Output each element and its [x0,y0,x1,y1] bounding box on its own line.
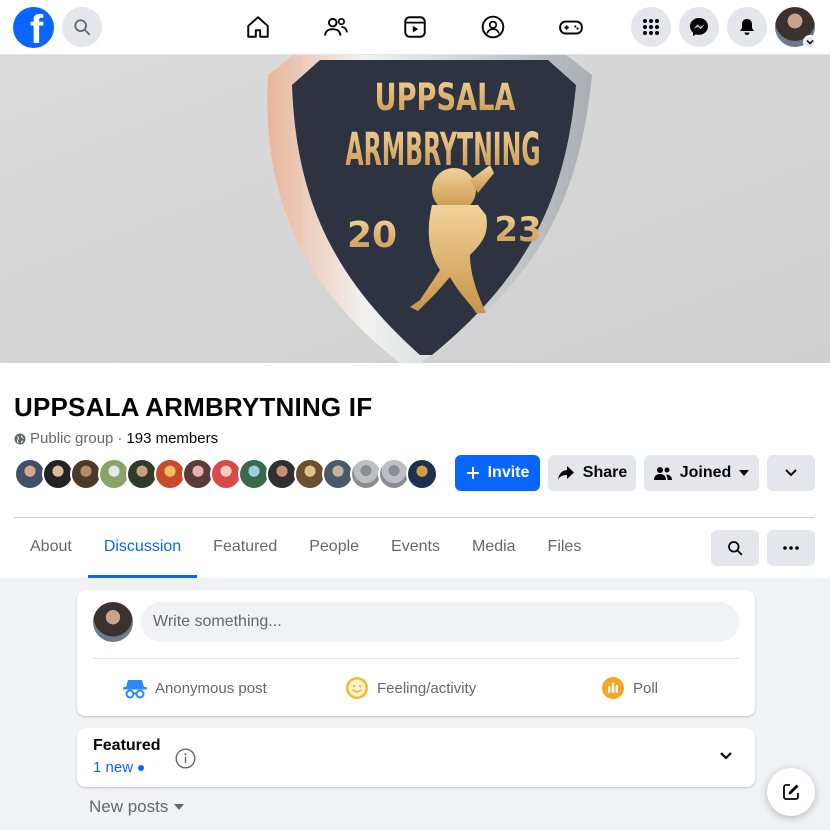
caret-down-icon [174,804,185,810]
gaming-icon [559,20,583,35]
chevron-down-icon [803,35,817,49]
sort-label: New posts [89,797,169,816]
account-avatar[interactable] [775,7,817,49]
notifications-icon [740,19,754,35]
group-name: UPPSALA ARMBRYTNING IF [14,392,373,422]
friends-tab[interactable] [321,12,351,42]
share-label: Share [582,464,628,481]
info-icon[interactable] [175,748,196,769]
avatar[interactable] [93,602,133,642]
share-button[interactable]: Share [548,455,636,491]
featured-new-count: 1 new [93,759,145,776]
compose-icon [783,784,799,800]
poll-button[interactable]: Poll [601,674,658,702]
watch-icon [404,16,426,38]
search-button[interactable] [62,7,102,47]
joined-group-icon [653,467,672,480]
featured-new-label: 1 new [93,759,134,776]
friends-icon [324,17,348,36]
svg-text:ARMBRYTNING: ARMBRYTNING [345,122,540,176]
cover-photo: UPPSALA ARMBRYTNING 20 23 [0,55,830,363]
svg-text:23: 23 [494,210,541,250]
group-tabs: About Discussion Featured People Events … [14,522,597,578]
share-icon [557,466,574,480]
poll-label: Poll [633,679,659,697]
meta-separator: · [117,430,123,447]
search-icon [728,541,743,556]
plus-icon [466,467,479,479]
header-divider [14,517,815,518]
facebook-logo[interactable]: f [13,7,54,48]
incognito-icon [123,680,147,699]
invite-button[interactable]: Invite [455,455,540,491]
globe-icon [14,433,26,444]
featured-section[interactable]: Featured 1 new [77,728,755,787]
post-composer: Write something... Anonymous post Feelin… [77,590,755,716]
ellipsis-icon [783,546,799,550]
search-icon [74,19,91,36]
messenger-icon [690,18,708,36]
members-count[interactable]: 193 members [126,430,218,447]
tab-discussion[interactable]: Discussion [87,522,198,578]
notifications-button[interactable] [727,7,767,47]
member-avatars[interactable] [14,458,438,492]
home-icon [247,16,269,38]
group-meta: Public group · 193 members [14,430,218,447]
smiley-icon [346,677,368,699]
caret-down-icon [739,470,750,476]
more-tabs-button[interactable] [767,530,815,566]
tab-files[interactable]: Files [532,522,598,578]
top-navigation-bar: f [0,0,830,55]
menu-grid-icon [643,19,659,35]
avatar[interactable] [406,458,438,490]
svg-text:20: 20 [347,215,397,256]
menu-button[interactable] [631,7,671,47]
feeling-activity-button[interactable]: Feeling/activity [345,674,476,702]
tab-media[interactable]: Media [456,522,532,578]
invite-label: Invite [487,464,530,481]
new-message-button[interactable] [767,768,815,816]
group-search-button[interactable] [711,530,759,566]
composer-divider [93,658,739,659]
unread-dot [138,764,145,771]
anonymous-post-button[interactable]: Anonymous post [123,674,267,702]
joined-label: Joined [679,464,732,481]
groups-tab[interactable] [478,12,508,42]
messenger-button[interactable] [679,7,719,47]
watch-tab[interactable] [400,12,430,42]
tab-people[interactable]: People [293,522,375,578]
tab-about[interactable]: About [14,522,88,578]
svg-text:UPPSALA: UPPSALA [375,76,517,119]
featured-title: Featured [93,737,161,754]
more-options-button[interactable] [767,455,815,491]
privacy-label: Public group [30,430,114,447]
home-tab[interactable] [243,12,273,42]
poll-icon [602,677,624,699]
groups-icon [481,15,505,39]
write-something-input[interactable]: Write something... [141,602,739,642]
chevron-down-icon [785,469,797,477]
gaming-tab[interactable] [556,12,586,42]
tab-events[interactable]: Events [375,522,456,578]
sort-posts-dropdown[interactable]: New posts [89,797,185,817]
feeling-activity-label: Feeling/activity [377,679,477,697]
joined-button[interactable]: Joined [644,455,759,491]
tab-featured[interactable]: Featured [197,522,293,578]
anonymous-post-label: Anonymous post [155,679,267,697]
chevron-down-icon[interactable] [719,751,733,761]
